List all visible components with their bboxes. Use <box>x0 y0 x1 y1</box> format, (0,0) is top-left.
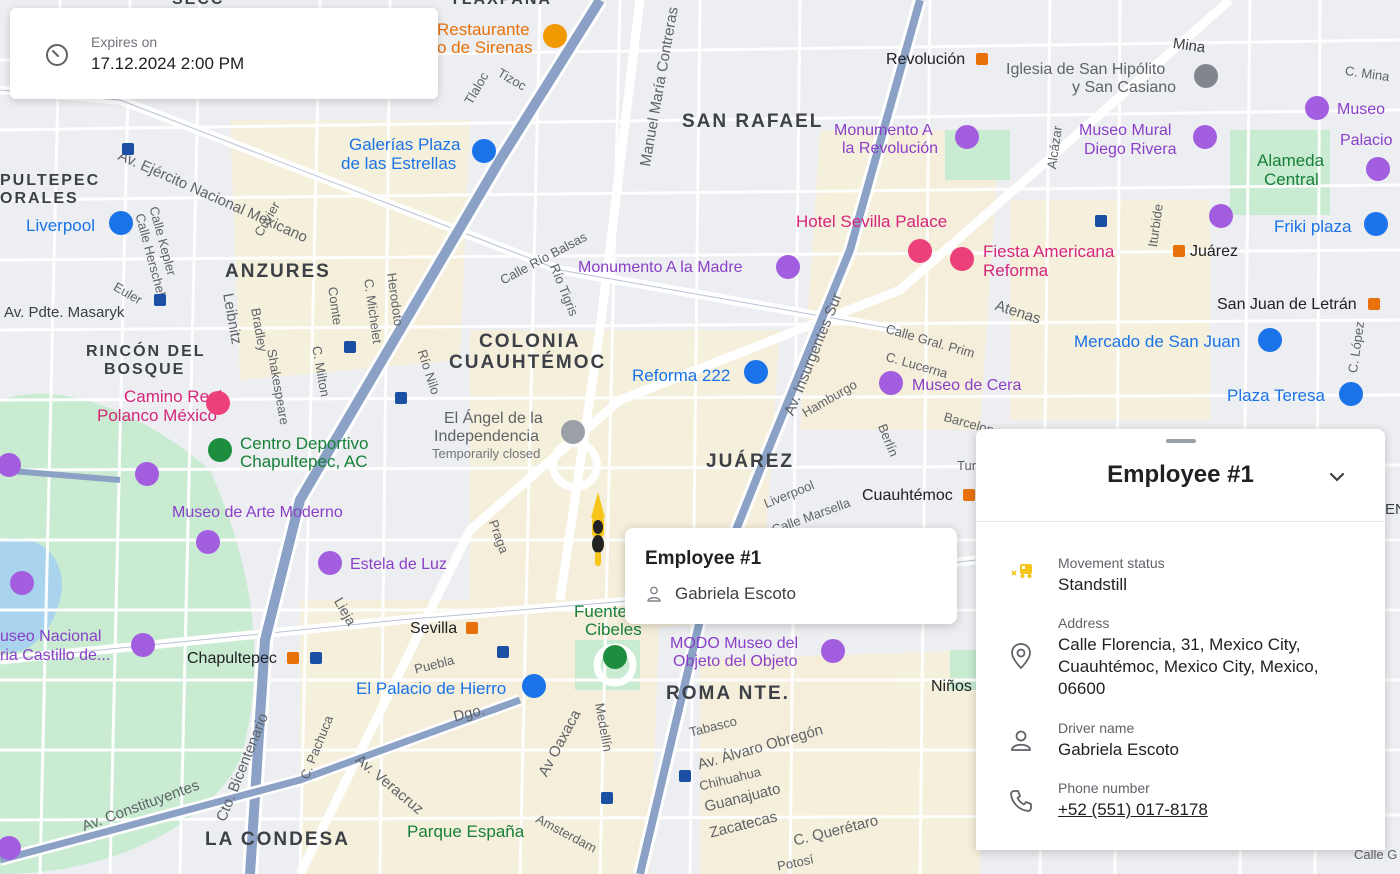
poi-label[interactable]: Independencia <box>434 428 539 446</box>
district-label: ANZURES <box>225 261 331 282</box>
poi-label[interactable]: Parque España <box>407 823 524 841</box>
poi-label[interactable]: Polanco México <box>97 407 217 425</box>
expiry-card: Expires on 17.12.2024 2:00 PM <box>10 8 438 99</box>
driver-name-value: Gabriela Escoto <box>1058 740 1179 759</box>
driver-name-label: Driver name <box>1058 720 1135 736</box>
district-label: LA CONDESA <box>205 829 350 850</box>
street-label: EN <box>1385 501 1400 518</box>
poi-label[interactable]: Fiesta Americana <box>983 243 1114 261</box>
person-icon <box>647 586 661 602</box>
location-pin-icon <box>1011 643 1031 670</box>
poi-label[interactable]: Liverpool <box>26 217 95 235</box>
metro-station-label[interactable]: Chapultepec <box>187 650 277 668</box>
poi-label[interactable]: Objeto del Objeto <box>673 653 798 671</box>
tooltip-driver-name: Gabriela Escoto <box>675 584 796 603</box>
marker-tooltip[interactable]: Employee #1 Gabriela Escoto <box>625 528 957 624</box>
district-label: BOSQUE <box>104 361 186 378</box>
poi-label[interactable]: y San Casiano <box>1072 79 1176 97</box>
poi-label[interactable]: o de Sirenas <box>437 39 532 57</box>
metro-station-label[interactable]: Cuauhtémoc <box>862 487 953 505</box>
driver-name-field: Driver name Gabriela Escoto <box>1058 720 1179 761</box>
phone-number-field: Phone number +52 (551) 017-8178 <box>1058 780 1208 821</box>
phone-icon <box>1010 790 1032 812</box>
vehicle-standstill-icon <box>1011 564 1032 578</box>
district-label: TLAXPANA <box>450 0 552 9</box>
poi-label[interactable]: Fuente <box>574 603 627 621</box>
district-label: JUÁREZ <box>706 451 795 472</box>
poi-label[interactable]: El Palacio de Hierro <box>356 680 506 698</box>
movement-status-label: Movement status <box>1058 555 1165 571</box>
address-field: Address Calle Florencia, 31, Mexico City… <box>1058 615 1318 700</box>
poi-label[interactable]: ria Castillo de... <box>0 647 110 665</box>
poi-label[interactable]: El Ángel de la <box>444 410 543 428</box>
street-label: Av. Pdte. Masaryk <box>4 304 125 321</box>
drag-handle[interactable] <box>1166 439 1196 443</box>
address-line: Cuauhtémoc, Mexico City, Mexico, <box>1058 657 1319 676</box>
metro-station-label[interactable]: Sevilla <box>410 620 457 638</box>
employee-details-panel: Employee #1 Movement status Standstill A… <box>976 429 1385 850</box>
person-icon <box>1011 730 1031 751</box>
district-label: CUAUHTÉMOC <box>449 352 607 373</box>
poi-label[interactable]: Museo Mural <box>1079 122 1171 140</box>
phone-number-label: Phone number <box>1058 780 1150 796</box>
poi-label[interactable]: Mercado de San Juan <box>1074 333 1240 351</box>
district-label: ORALES <box>0 190 79 207</box>
poi-label[interactable]: MODO Museo del <box>670 635 798 653</box>
scooter-icon[interactable] <box>583 490 613 570</box>
poi-label[interactable]: Museo de Cera <box>912 377 1021 395</box>
poi-label[interactable]: Monumento A <box>834 122 933 140</box>
metro-station-label[interactable]: Juárez <box>1190 243 1238 261</box>
poi-label[interactable]: Alameda <box>1257 152 1324 170</box>
tooltip-title: Employee #1 <box>645 548 762 569</box>
poi-label[interactable]: Galerías Plaza <box>349 136 461 154</box>
poi-label[interactable]: Centro Deportivo <box>240 435 369 453</box>
poi-label[interactable]: Restaurante <box>437 21 530 39</box>
metro-station-label[interactable]: San Juan de Letrán <box>1217 296 1357 314</box>
poi-label[interactable]: Reforma <box>983 262 1048 280</box>
district-label: RINCÓN DEL <box>86 343 206 360</box>
panel-title: Employee #1 <box>1107 461 1254 488</box>
expiry-label: Expires on <box>91 33 158 50</box>
street-label: Calle G <box>1354 847 1398 862</box>
address-line: Calle Florencia, 31, Mexico City, <box>1058 635 1301 654</box>
address-label: Address <box>1058 615 1110 631</box>
poi-label[interactable]: Palacio <box>1340 132 1392 150</box>
movement-status-field: Movement status Standstill <box>1058 555 1165 596</box>
poi-label[interactable]: Plaza Teresa <box>1227 387 1325 405</box>
poi-label[interactable]: Chapultepec, AC <box>240 453 368 471</box>
poi-label[interactable]: Monumento A la Madre <box>578 259 743 277</box>
district-label: PULTEPEC <box>0 172 101 189</box>
poi-label[interactable]: Central <box>1264 171 1319 189</box>
phone-number-link[interactable]: +52 (551) 017-8178 <box>1058 800 1208 819</box>
chevron-down-icon[interactable] <box>1325 465 1349 489</box>
address-line: 06600 <box>1058 679 1106 698</box>
street-label: Tur <box>957 458 977 473</box>
district-label: SAN RAFAEL <box>682 111 824 132</box>
divider <box>976 521 1385 522</box>
poi-label[interactable]: la Revolución <box>842 140 938 158</box>
poi-label[interactable]: Friki plaza <box>1274 218 1351 236</box>
poi-label[interactable]: Diego Rivera <box>1084 141 1176 159</box>
poi-label[interactable]: Museo <box>1337 101 1385 119</box>
metro-station-label[interactable]: Niños <box>931 678 972 696</box>
poi-label[interactable]: Reforma 222 <box>632 367 730 385</box>
expiry-text: Expires on 17.12.2024 2:00 PM <box>91 34 244 74</box>
poi-label[interactable]: Iglesia de San Hipólito <box>1006 61 1165 79</box>
poi-label[interactable]: Hotel Sevilla Palace <box>796 213 947 231</box>
district-label: ROMA NTE. <box>666 683 790 704</box>
poi-label[interactable]: Estela de Luz <box>350 556 447 574</box>
poi-status: Temporarily closed <box>432 446 541 461</box>
poi-label[interactable]: useo Nacional <box>0 628 101 646</box>
timer-icon <box>46 43 68 66</box>
metro-station-label[interactable]: Revolución <box>886 51 965 69</box>
poi-label[interactable]: Museo de Arte Moderno <box>172 504 343 522</box>
tooltip-driver: Gabriela Escoto <box>645 584 796 604</box>
poi-label[interactable]: Camino Real <box>124 388 222 406</box>
poi-label[interactable]: de las Estrellas <box>341 155 456 173</box>
expiry-value: 17.12.2024 2:00 PM <box>91 53 245 73</box>
district-label: COLONIA <box>479 331 581 352</box>
movement-status-value: Standstill <box>1058 575 1127 594</box>
